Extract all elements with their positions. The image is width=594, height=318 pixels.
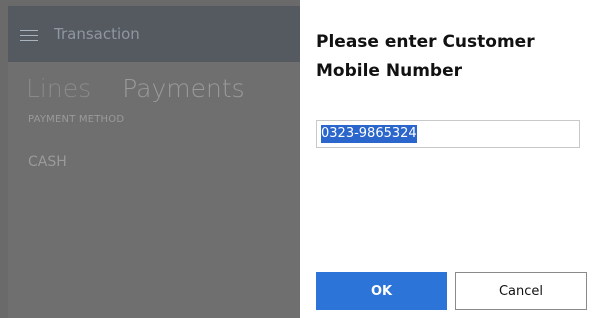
tab-lines[interactable]: Lines (26, 74, 91, 103)
cancel-button[interactable]: Cancel (455, 272, 587, 310)
hamburger-icon[interactable] (20, 30, 38, 42)
table-row[interactable]: CASH (28, 154, 67, 170)
payment-method-column-header: PAYMENT METHOD (28, 114, 125, 125)
mobile-number-value: 0323-9865324 (321, 125, 417, 143)
customer-mobile-dialog: Please enter Customer Mobile Number 0323… (300, 0, 594, 318)
tab-bar: Lines Payments (26, 74, 271, 103)
tab-payments[interactable]: Payments (122, 74, 244, 103)
transaction-view: Transaction Lines Payments PAYMENT METHO… (8, 6, 300, 318)
background-panel: Transaction Lines Payments PAYMENT METHO… (0, 0, 301, 318)
dialog-title: Please enter Customer Mobile Number (316, 32, 535, 81)
ok-button[interactable]: OK (316, 272, 447, 310)
app-header: Transaction (8, 6, 300, 62)
mobile-number-input[interactable]: 0323-9865324 (316, 120, 580, 148)
page-title: Transaction (54, 25, 140, 43)
